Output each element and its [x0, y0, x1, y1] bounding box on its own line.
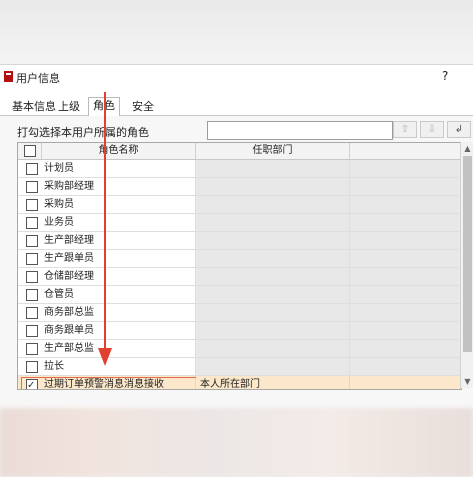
- role-checkbox[interactable]: [26, 199, 38, 211]
- extra-cell: [350, 358, 461, 375]
- blurred-top-area: [0, 0, 473, 64]
- role-name: 生产部经理: [44, 235, 94, 246]
- extra-cell: [350, 304, 461, 321]
- extra-header: [350, 143, 461, 159]
- tab-superior[interactable]: 上级: [56, 100, 82, 114]
- window-title: 用户信息: [16, 72, 60, 85]
- department-cell[interactable]: 本人所在部门: [196, 376, 350, 389]
- role-checkbox[interactable]: [26, 361, 38, 373]
- role-name: 采购部经理: [44, 181, 94, 192]
- return-button[interactable]: ↲: [447, 121, 471, 138]
- department-cell[interactable]: [196, 268, 350, 285]
- role-checkbox[interactable]: [26, 289, 38, 301]
- table-row[interactable]: 生产部总监: [18, 340, 461, 358]
- extra-cell: [350, 160, 461, 177]
- role-name: 业务员: [44, 217, 74, 228]
- table-row[interactable]: 业务员: [18, 214, 461, 232]
- grid-header: 角色名称 任职部门: [18, 143, 461, 160]
- department-cell[interactable]: [196, 358, 350, 375]
- tab-security[interactable]: 安全: [130, 100, 156, 114]
- move-down-button[interactable]: ⇩: [420, 121, 444, 138]
- tab-basic-info[interactable]: 基本信息: [10, 100, 58, 114]
- annotation-arrow: [98, 92, 112, 366]
- role-checkbox[interactable]: [26, 307, 38, 319]
- role-name: 仓管员: [44, 289, 74, 300]
- filter-input[interactable]: [207, 121, 393, 140]
- role-name: 计划员: [44, 163, 74, 174]
- table-row[interactable]: 拉长: [18, 358, 461, 376]
- role-name: 拉长: [44, 361, 64, 372]
- role-checkbox[interactable]: [26, 163, 38, 175]
- blurred-bottom-area: [0, 408, 473, 477]
- role-name: 生产跟单员: [44, 253, 94, 264]
- role-name: 生产部总监: [44, 343, 94, 354]
- department-cell[interactable]: [196, 250, 350, 267]
- role-name: 商务部总监: [44, 307, 94, 318]
- extra-cell: [350, 340, 461, 357]
- table-row[interactable]: 商务跟单员: [18, 322, 461, 340]
- table-row[interactable]: 生产跟单员: [18, 250, 461, 268]
- grid-scrollbar[interactable]: ▲ ▼: [460, 142, 473, 388]
- department-cell[interactable]: [196, 214, 350, 231]
- scroll-up-icon[interactable]: ▲: [461, 142, 473, 155]
- role-name: 商务跟单员: [44, 325, 94, 336]
- role-checkbox[interactable]: [26, 235, 38, 247]
- role-checkbox[interactable]: [26, 271, 38, 283]
- extra-cell: [350, 286, 461, 303]
- role-select-prompt: 打勾选择本用户所属的角色: [17, 126, 149, 139]
- role-checkbox[interactable]: [26, 181, 38, 193]
- role-checkbox[interactable]: [26, 343, 38, 355]
- role-name-cell[interactable]: 过期订单预警消息消息接收: [18, 376, 203, 389]
- extra-cell: [350, 214, 461, 231]
- annotation-highlight-box: [21, 377, 203, 389]
- scroll-down-icon[interactable]: ▼: [461, 375, 473, 388]
- scroll-thumb[interactable]: [463, 156, 472, 352]
- extra-cell: [350, 196, 461, 213]
- department-cell[interactable]: [196, 340, 350, 357]
- roles-grid: 角色名称 任职部门 计划员采购部经理采购员业务员生产部经理生产跟单员仓储部经理仓…: [17, 142, 462, 390]
- move-up-button[interactable]: ⇧: [393, 121, 417, 138]
- role-name: 采购员: [44, 199, 74, 210]
- role-name-header[interactable]: 角色名称: [42, 143, 196, 159]
- table-row[interactable]: 计划员: [18, 160, 461, 178]
- select-all-checkbox[interactable]: [24, 145, 36, 157]
- department-cell[interactable]: [196, 232, 350, 249]
- table-row[interactable]: 仓储部经理: [18, 268, 461, 286]
- department-cell[interactable]: [196, 196, 350, 213]
- extra-cell: [350, 178, 461, 195]
- tab-bar: 基本信息 上级 角色 安全: [0, 97, 473, 117]
- role-name: 仓储部经理: [44, 271, 94, 282]
- help-button[interactable]: ?: [442, 69, 448, 83]
- annotation-arrow-head: [98, 348, 112, 366]
- table-row[interactable]: 商务部总监: [18, 304, 461, 322]
- select-all-header[interactable]: [18, 143, 42, 159]
- extra-cell: [350, 322, 461, 339]
- table-row[interactable]: 生产部经理: [18, 232, 461, 250]
- title-bar: 用户信息 ?: [0, 65, 473, 89]
- role-checkbox[interactable]: [26, 325, 38, 337]
- extra-cell: [350, 250, 461, 267]
- app-logo-icon: [4, 71, 13, 82]
- department-cell[interactable]: [196, 322, 350, 339]
- department-cell[interactable]: [196, 178, 350, 195]
- table-row[interactable]: 仓管员: [18, 286, 461, 304]
- role-checkbox[interactable]: [26, 253, 38, 265]
- department-cell[interactable]: [196, 160, 350, 177]
- table-row[interactable]: 采购部经理: [18, 178, 461, 196]
- extra-cell: [350, 376, 461, 389]
- table-row[interactable]: 过期订单预警消息消息接收本人所在部门: [18, 376, 461, 389]
- role-checkbox[interactable]: [26, 217, 38, 229]
- department-cell[interactable]: [196, 304, 350, 321]
- extra-cell: [350, 232, 461, 249]
- table-row[interactable]: 采购员: [18, 196, 461, 214]
- department-header[interactable]: 任职部门: [196, 143, 350, 159]
- extra-cell: [350, 268, 461, 285]
- department-cell[interactable]: [196, 286, 350, 303]
